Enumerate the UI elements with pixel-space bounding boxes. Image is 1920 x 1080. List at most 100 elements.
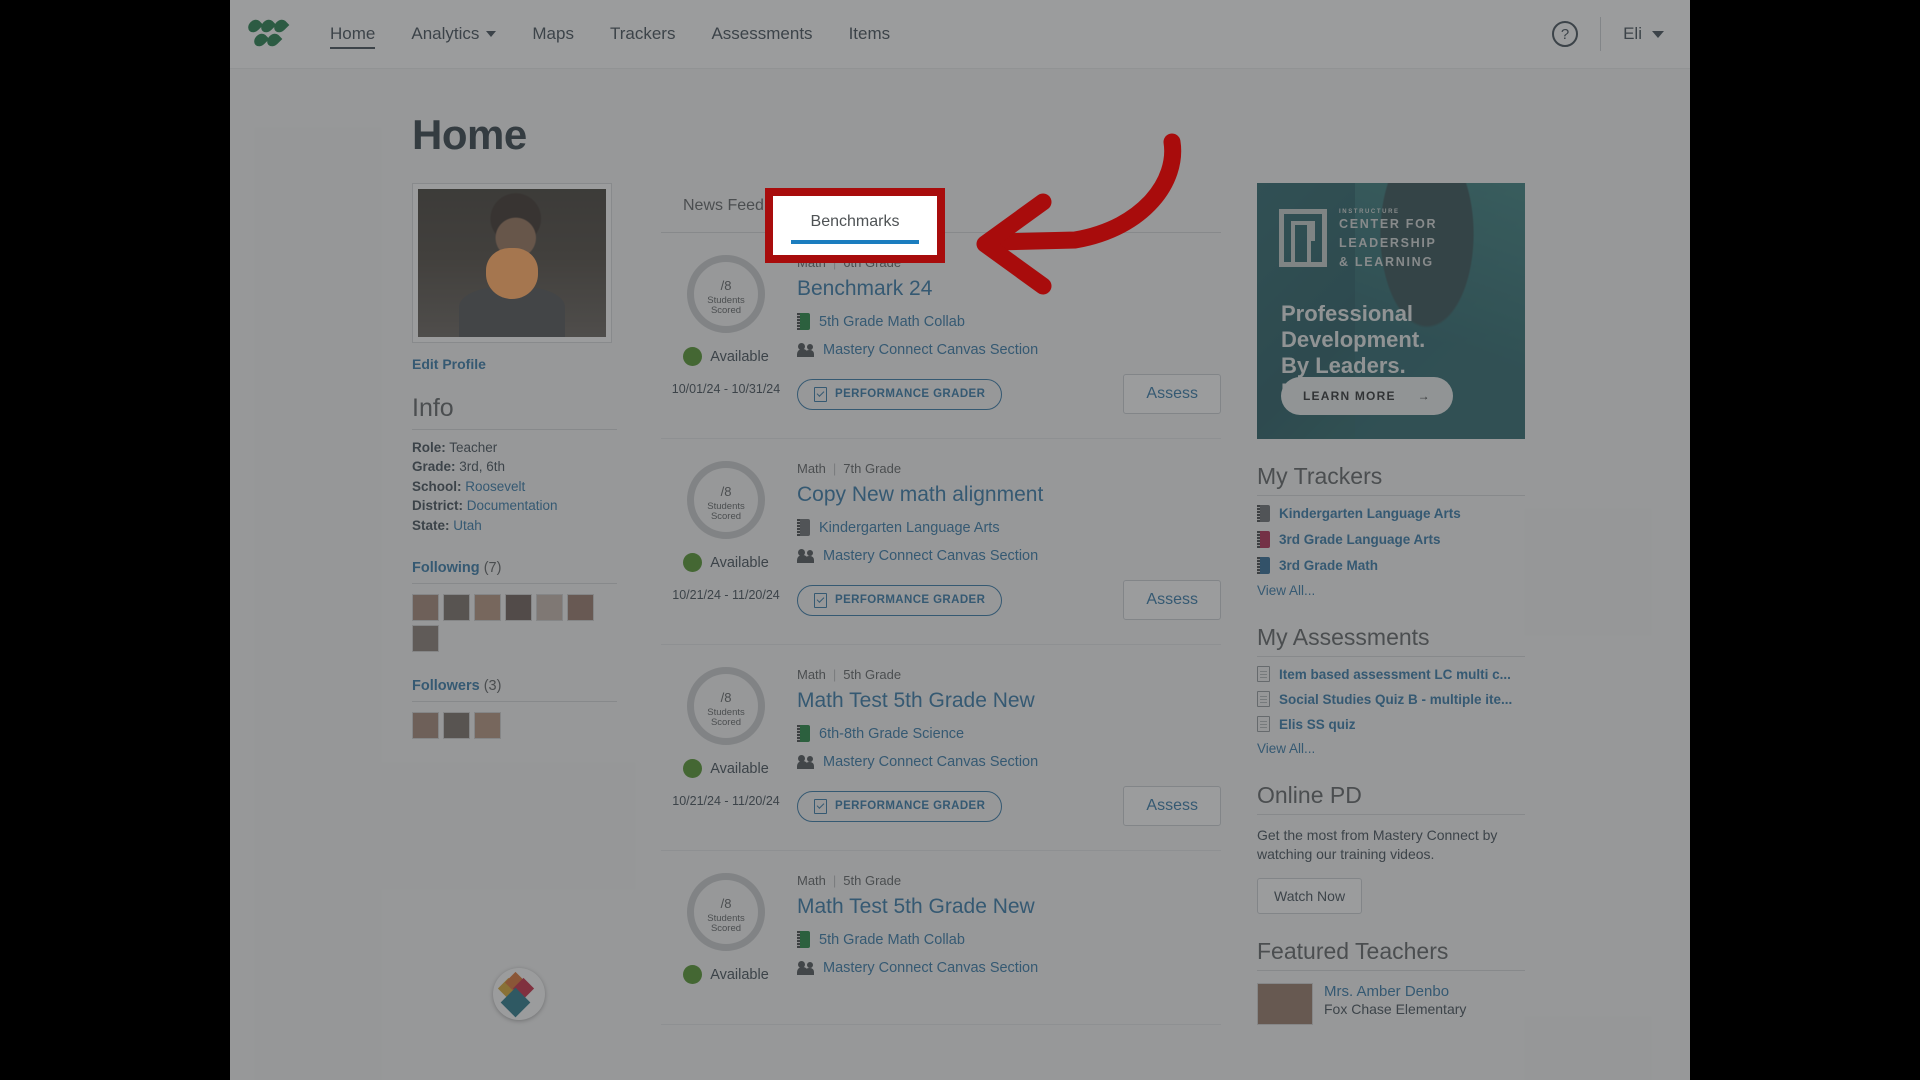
profile-info-value[interactable]: Roosevelt	[462, 479, 525, 494]
arrow-right-icon: →	[1417, 389, 1431, 403]
tracker-link[interactable]: 5th Grade Math Collab	[819, 932, 965, 948]
assessments-view-all-link[interactable]: View All...	[1257, 741, 1315, 756]
following-avatar[interactable]	[412, 625, 439, 653]
following-heading[interactable]: Following (7)	[412, 560, 617, 585]
tracker-book-icon	[1257, 505, 1270, 522]
learn-more-label: LEARN MORE	[1303, 389, 1396, 403]
nav-item-trackers[interactable]: Trackers	[592, 0, 694, 69]
followers-label[interactable]: Followers	[412, 678, 480, 694]
performance-grader-button[interactable]: PERFORMANCE GRADER	[797, 378, 1003, 410]
assessment-list-item[interactable]: Item based assessment LC multi c...	[1257, 666, 1525, 682]
benchmark-tracker-row[interactable]: 5th Grade Math Collab	[797, 313, 1221, 330]
nav-item-analytics[interactable]: Analytics	[393, 0, 514, 69]
featured-teacher-name[interactable]: Mrs. Amber Denbo	[1324, 983, 1466, 1000]
performance-grader-button[interactable]: PERFORMANCE GRADER	[797, 584, 1003, 616]
following-label[interactable]: Following	[412, 560, 480, 576]
assessment-list-item[interactable]: Social Studies Quiz B - multiple ite...	[1257, 691, 1525, 707]
tracker-link[interactable]: Kindergarten Language Arts	[819, 520, 1000, 536]
benchmark-section-row[interactable]: Mastery Connect Canvas Section	[797, 342, 1221, 358]
score-label-line2: Scored	[710, 305, 742, 316]
performance-grader-button[interactable]: PERFORMANCE GRADER	[797, 790, 1003, 822]
learn-more-button[interactable]: LEARN MORE →	[1281, 377, 1453, 415]
followers-heading[interactable]: Followers (3)	[412, 678, 617, 703]
follower-avatar[interactable]	[412, 712, 439, 740]
benchmark-tracker-row[interactable]: 5th Grade Math Collab	[797, 931, 1221, 948]
online-pd-heading: Online PD	[1257, 782, 1525, 815]
following-avatar[interactable]	[474, 594, 501, 622]
tracker-list-item[interactable]: Kindergarten Language Arts	[1257, 505, 1525, 522]
followers-thumbnails	[412, 712, 617, 740]
benchmark-title-link[interactable]: Copy New math alignment	[797, 483, 1221, 507]
trackers-view-all-link[interactable]: View All...	[1257, 583, 1315, 598]
following-avatar[interactable]	[567, 594, 594, 622]
assessment-list-item[interactable]: Elis SS quiz	[1257, 716, 1525, 732]
watch-now-button[interactable]: Watch Now	[1257, 877, 1363, 914]
benchmark-title-link[interactable]: Benchmark 24	[797, 277, 1221, 301]
tracker-item-label[interactable]: 3rd Grade Language Arts	[1279, 532, 1441, 547]
benchmark-section-row[interactable]: Mastery Connect Canvas Section	[797, 548, 1221, 564]
nav-item-maps-label: Maps	[532, 24, 574, 43]
document-icon	[1257, 666, 1270, 682]
follower-avatar[interactable]	[443, 712, 470, 740]
benchmark-subject: Math	[797, 255, 826, 270]
assess-button[interactable]: Assess	[1123, 374, 1221, 414]
people-icon	[797, 343, 814, 357]
tracker-link[interactable]: 6th-8th Grade Science	[819, 726, 964, 742]
nav-item-home-label: Home	[330, 24, 376, 43]
promo-headline-line: Professional	[1281, 301, 1414, 326]
benchmark-details: Math | 7th Grade Copy New math alignment Kin…	[791, 461, 1221, 620]
following-avatar[interactable]	[536, 594, 563, 622]
edit-profile-link[interactable]: Edit Profile	[412, 356, 486, 372]
profile-info-value[interactable]: Utah	[450, 518, 482, 533]
section-link[interactable]: Mastery Connect Canvas Section	[823, 960, 1038, 976]
assessment-item-label[interactable]: Item based assessment LC multi c...	[1279, 667, 1511, 682]
profile-info-label: Role:	[412, 440, 446, 455]
pendo-launcher-button[interactable]	[493, 968, 545, 1020]
section-link[interactable]: Mastery Connect Canvas Section	[823, 754, 1038, 770]
follower-avatar[interactable]	[474, 712, 501, 740]
my-assessments-heading: My Assessments	[1257, 624, 1525, 657]
top-navigation-bar: Home Analytics Maps Trackers Assessments…	[230, 0, 1690, 69]
section-link[interactable]: Mastery Connect Canvas Section	[823, 342, 1038, 358]
tracker-item-label[interactable]: 3rd Grade Math	[1279, 558, 1378, 573]
cll-logo-mark-icon	[1279, 209, 1327, 267]
following-avatar[interactable]	[412, 594, 439, 622]
assessment-item-label[interactable]: Elis SS quiz	[1279, 717, 1356, 732]
benchmark-section-row[interactable]: Mastery Connect Canvas Section	[797, 754, 1221, 770]
nav-item-assessments[interactable]: Assessments	[693, 0, 830, 69]
nav-item-home[interactable]: Home	[312, 0, 393, 69]
score-total: /8	[720, 896, 732, 912]
benchmark-tracker-row[interactable]: Kindergarten Language Arts	[797, 519, 1221, 536]
profile-info-label: School:	[412, 478, 462, 494]
following-thumbnails	[412, 594, 617, 653]
help-circle-icon[interactable]: ?	[1552, 21, 1579, 47]
nav-item-maps[interactable]: Maps	[514, 0, 592, 69]
promo-banner[interactable]: INSTRUCTURE CENTER FOR LEADERSHIP & LEAR…	[1257, 183, 1525, 439]
benchmark-title-link[interactable]: Math Test 5th Grade New	[797, 895, 1221, 919]
profile-info-value[interactable]: Documentation	[463, 498, 558, 513]
user-menu[interactable]: Eli	[1623, 24, 1664, 44]
assess-button[interactable]: Assess	[1123, 786, 1221, 826]
score-total: /8	[720, 278, 732, 294]
status-label: Available	[710, 554, 769, 571]
assess-button[interactable]: Assess	[1123, 580, 1221, 620]
tracker-list-item[interactable]: 3rd Grade Math	[1257, 557, 1525, 574]
tracker-link[interactable]: 5th Grade Math Collab	[819, 314, 965, 330]
benchmark-section-row[interactable]: Mastery Connect Canvas Section	[797, 960, 1221, 976]
benchmark-title-link[interactable]: Math Test 5th Grade New	[797, 689, 1221, 713]
assessment-item-label[interactable]: Social Studies Quiz B - multiple ite...	[1279, 692, 1512, 707]
following-avatar[interactable]	[443, 594, 470, 622]
tracker-item-label[interactable]: Kindergarten Language Arts	[1279, 506, 1461, 521]
following-avatar[interactable]	[505, 594, 532, 622]
score-ring: /8 Students Scored	[687, 461, 765, 539]
benchmark-card: /8 Students Scored Available Math | 5th Grade M…	[661, 851, 1221, 1025]
mastery-connect-logo-icon[interactable]	[245, 17, 290, 49]
nav-item-items[interactable]: Items	[831, 0, 909, 69]
screenshot-stage: Home Analytics Maps Trackers Assessments…	[0, 0, 1920, 1080]
status-badge: Available	[683, 553, 769, 572]
tab-news-feed[interactable]: News Feed	[661, 183, 786, 232]
benchmark-tracker-row[interactable]: 6th-8th Grade Science	[797, 725, 1221, 742]
tracker-list-item[interactable]: 3rd Grade Language Arts	[1257, 531, 1525, 548]
page-title: Home	[412, 111, 527, 158]
section-link[interactable]: Mastery Connect Canvas Section	[823, 548, 1038, 564]
